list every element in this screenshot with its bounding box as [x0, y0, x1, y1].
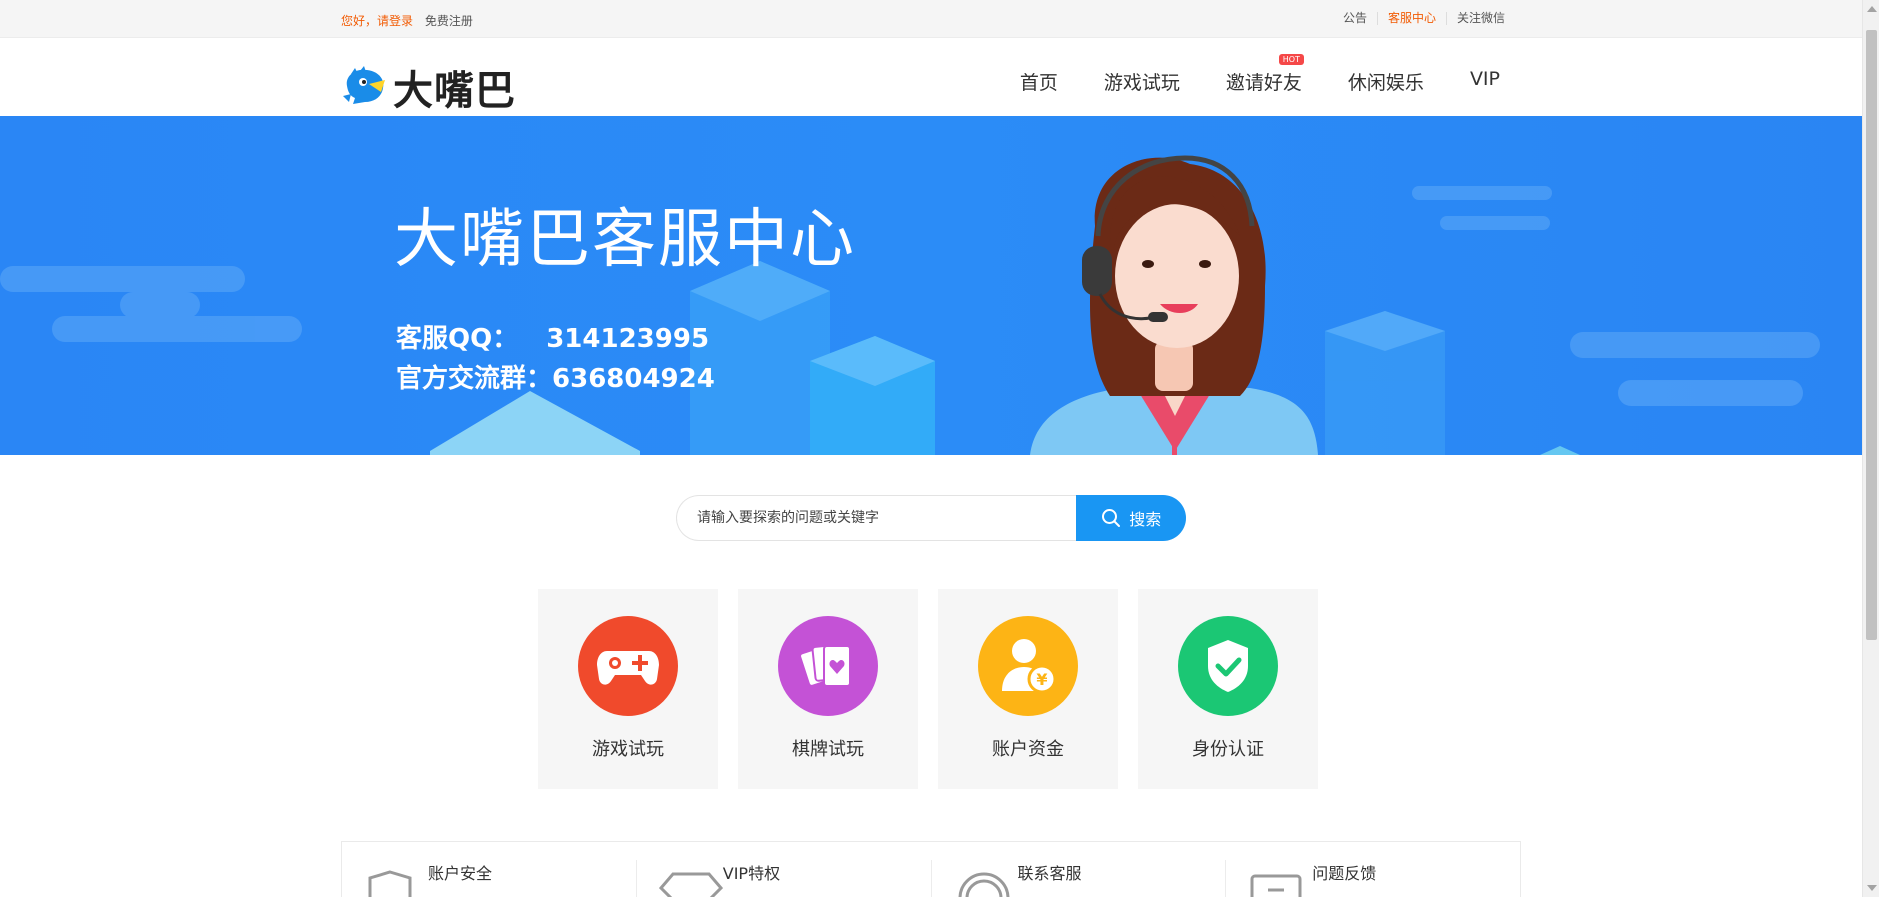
nav-item-game-trial[interactable]: 游戏试玩	[1104, 68, 1180, 95]
scroll-up-arrow-icon[interactable]	[1867, 6, 1877, 12]
help-item-label: VIP特权	[722, 864, 781, 883]
group-value: 636804924	[552, 364, 715, 394]
search-button[interactable]: 搜索	[1076, 495, 1186, 541]
login-link[interactable]: 您好，请登录	[341, 14, 413, 28]
feedback-icon	[1250, 874, 1302, 897]
headset-icon	[958, 872, 1009, 897]
help-item-feedback[interactable]: 问题反馈	[1226, 860, 1520, 897]
category-label: 棋牌试玩	[792, 739, 864, 760]
search-bar: 搜索	[676, 495, 1186, 541]
user-money-icon: ¥	[978, 616, 1078, 716]
search-button-label: 搜索	[1129, 510, 1162, 529]
scroll-down-arrow-icon[interactable]	[1867, 885, 1877, 891]
notice-link[interactable]: 公告	[1333, 12, 1377, 25]
qq-label: 客服QQ：	[396, 324, 519, 354]
nav-item-leisure[interactable]: 休闲娱乐	[1348, 68, 1424, 95]
support-agent-illustration	[1030, 155, 1318, 455]
category-label: 游戏试玩	[592, 739, 664, 760]
top-bar-links: 公告 客服中心 关注微信	[1333, 12, 1515, 25]
logo[interactable]: 大嘴巴	[341, 58, 516, 116]
qq-value: 314123995	[546, 324, 710, 354]
nav-item-invite-friends[interactable]: 邀请好友 HOT	[1225, 54, 1304, 95]
page: 您好，请登录 免费注册 公告 客服中心 关注微信 大嘴巴 首页 游戏试玩 邀请好…	[0, 0, 1879, 897]
help-item-vip-privileges[interactable]: VIP特权	[637, 860, 932, 897]
category-label: 身份认证	[1192, 739, 1264, 760]
nav-item-label: 休闲娱乐	[1347, 72, 1424, 94]
wechat-link[interactable]: 关注微信	[1445, 12, 1515, 25]
banner-decoration	[0, 155, 1820, 455]
svg-text:¥: ¥	[1036, 670, 1047, 689]
hot-badge: HOT	[1278, 54, 1304, 65]
nav-item-label: VIP	[1469, 68, 1500, 90]
group-label: 官方交流群：	[396, 364, 553, 394]
category-card-identity-verification[interactable]: 身份认证	[1138, 589, 1318, 789]
help-topics: 账户安全 VIP特权 联系客服 问题反馈	[341, 841, 1521, 897]
search-icon	[1102, 509, 1121, 527]
help-item-contact-support[interactable]: 联系客服	[932, 860, 1227, 897]
service-center-link[interactable]: 客服中心	[1376, 12, 1446, 25]
top-bar: 您好，请登录 免费注册 公告 客服中心 关注微信	[0, 0, 1862, 38]
cards-icon	[778, 616, 878, 716]
nav-item-label: 游戏试玩	[1103, 72, 1180, 94]
category-card-game-trial[interactable]: 游戏试玩	[538, 589, 718, 789]
shield-outline-icon	[368, 870, 412, 897]
search-input[interactable]	[676, 495, 1077, 541]
help-item-account-security[interactable]: 账户安全	[342, 860, 637, 897]
gamepad-icon	[578, 616, 678, 716]
category-label: 账户资金	[992, 739, 1064, 760]
mascot-logo-icon	[343, 66, 385, 104]
banner-title: 大嘴巴客服中心	[394, 203, 856, 277]
help-item-label: 联系客服	[1017, 864, 1082, 883]
brand-name: 大嘴巴	[393, 68, 516, 114]
category-card-chess-trial[interactable]: 棋牌试玩	[738, 589, 918, 789]
category-cards: 游戏试玩 棋牌试玩 ¥ 账户资金 身份认证	[538, 589, 1338, 789]
banner-group-line: 官方交流群：636804924	[396, 358, 715, 395]
category-card-account-funds[interactable]: ¥ 账户资金	[938, 589, 1118, 789]
scrollbar-thumb[interactable]	[1866, 30, 1877, 640]
help-item-label: 问题反馈	[1312, 864, 1377, 883]
nav-item-label: 邀请好友	[1225, 72, 1302, 94]
top-bar-left: 您好，请登录 免费注册	[341, 12, 473, 29]
nav-item-home[interactable]: 首页	[1020, 68, 1058, 95]
header: 大嘴巴 首页 游戏试玩 邀请好友 HOT 休闲娱乐 VIP	[0, 38, 1862, 116]
banner-qq-line: 客服QQ： 314123995	[396, 318, 709, 355]
page-scrollbar[interactable]	[1862, 0, 1879, 897]
help-item-label: 账户安全	[428, 864, 493, 883]
hero-banner: 大嘴巴客服中心 客服QQ： 314123995 官方交流群：636804924	[0, 116, 1862, 455]
nav-item-vip[interactable]: VIP	[1470, 68, 1500, 95]
nav-item-label: 首页	[1019, 72, 1058, 94]
main-nav: 首页 游戏试玩 邀请好友 HOT 休闲娱乐 VIP	[974, 54, 1500, 95]
diamond-icon	[658, 872, 723, 897]
register-link[interactable]: 免费注册	[425, 14, 473, 28]
shield-check-icon	[1178, 616, 1278, 716]
